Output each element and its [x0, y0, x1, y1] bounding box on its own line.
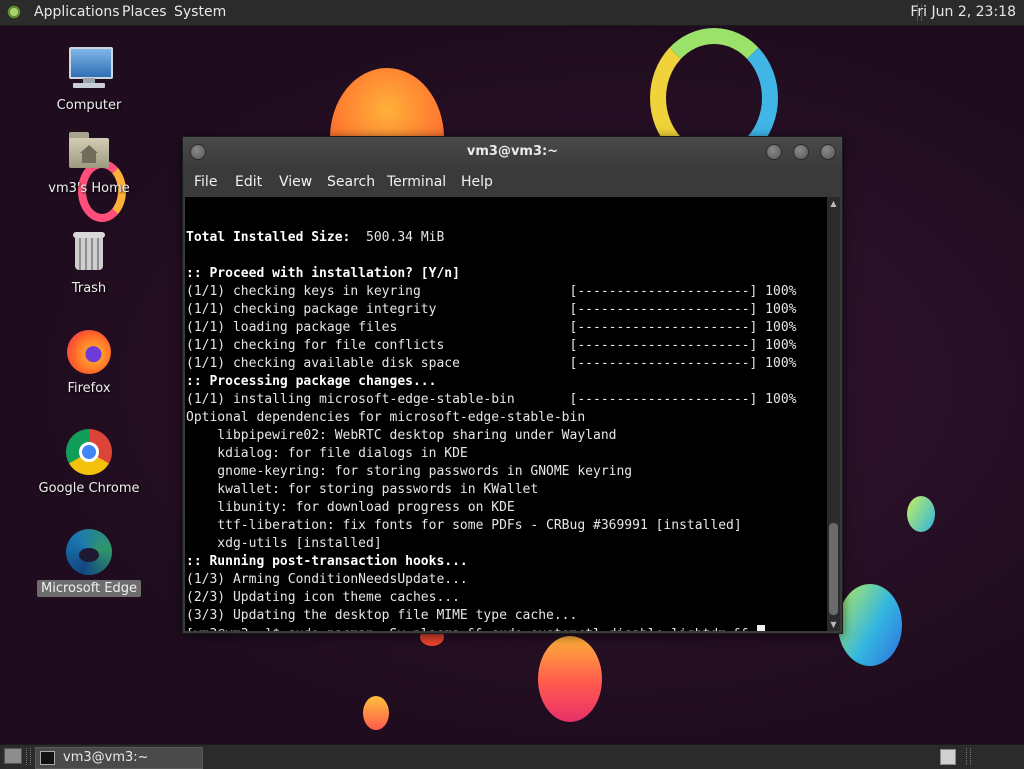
wallpaper-tiny-blob [363, 696, 389, 730]
desktop-icon-label: Firefox [67, 381, 111, 396]
desktop-icon-computer[interactable]: Computer [29, 45, 149, 114]
terminal-line: (2/3) Updating icon theme caches... [186, 590, 460, 605]
terminal-line: :: Processing package changes... [186, 374, 437, 389]
desktop-icon-label: Computer [56, 98, 122, 113]
terminal-line: :: Proceed with installation? [Y/n] [186, 266, 460, 281]
desktop-icon-label: Google Chrome [38, 481, 140, 496]
terminal-line: libunity: for download progress on KDE [186, 500, 515, 515]
taskbar-item-label: vm3@vm3:~ [63, 750, 149, 765]
distro-logo-icon[interactable] [6, 4, 22, 20]
terminal-text[interactable]: Total Installed Size: 500.34 MiB :: Proc… [185, 197, 827, 631]
computer-icon [65, 45, 113, 93]
terminal-line: (1/3) Arming ConditionNeedsUpdate... [186, 572, 468, 587]
desktop-icon-label: Microsoft Edge [36, 580, 141, 597]
terminal-line: (1/1) checking available disk space [---… [186, 356, 797, 371]
terminal-line: Total Installed Size: 500.34 MiB [186, 230, 445, 245]
clock[interactable]: Fri Jun 2, 23:18 [910, 0, 1020, 25]
terminal-scrollbar[interactable]: ▲ ▼ [827, 197, 840, 631]
terminal-menubar: File Edit View Search Terminal Help [183, 167, 842, 197]
terminal-output[interactable]: Total Installed Size: 500.34 MiB :: Proc… [185, 197, 827, 631]
panel-handle-icon [26, 748, 31, 765]
menu-help[interactable]: Help [461, 174, 493, 190]
terminal-line: libpipewire02: WebRTC desktop sharing un… [186, 428, 617, 443]
terminal-line: :: Running post-transaction hooks... [186, 554, 468, 569]
wallpaper-pink-blob [538, 636, 602, 722]
chrome-icon [65, 428, 113, 476]
terminal-line: (1/1) loading package files [-----------… [186, 320, 797, 335]
window-menu-icon[interactable] [190, 144, 206, 160]
wallpaper-blue-blob [838, 584, 902, 666]
minimize-button[interactable] [766, 144, 782, 160]
window-titlebar[interactable]: vm3@vm3:~ [183, 137, 842, 167]
panel-handle-icon [966, 748, 971, 765]
terminal-line: (1/1) checking for file conflicts [-----… [186, 338, 797, 353]
workspace-switcher[interactable] [940, 749, 956, 765]
home-folder-icon [65, 128, 113, 176]
terminal-line: (3/3) Updating the desktop file MIME typ… [186, 608, 578, 623]
terminal-line: kdialog: for file dialogs in KDE [186, 446, 468, 461]
maximize-button[interactable] [793, 144, 809, 160]
terminal-line: [vm3@vm3 ~]$ sudo pacman -Sy plasma && s… [186, 627, 757, 631]
menu-terminal[interactable]: Terminal [387, 174, 446, 190]
terminal-line: gnome-keyring: for storing passwords in … [186, 464, 633, 479]
desktop-icon-edge[interactable]: Microsoft Edge [29, 528, 149, 597]
menu-file[interactable]: File [194, 174, 217, 190]
desktop-icon-chrome[interactable]: Google Chrome [29, 428, 149, 497]
close-button[interactable] [820, 144, 836, 160]
terminal-line: (1/1) installing microsoft-edge-stable-b… [186, 392, 797, 407]
desktop-icon-label: vm3's Home [48, 181, 130, 196]
terminal-window[interactable]: vm3@vm3:~ File Edit View Search Terminal… [182, 136, 843, 634]
firefox-icon [65, 328, 113, 376]
menu-view[interactable]: View [279, 174, 312, 190]
edge-icon [65, 528, 113, 576]
bottom-panel: vm3@vm3:~ [0, 744, 1024, 769]
terminal-line: kwallet: for storing passwords in KWalle… [186, 482, 539, 497]
taskbar-item-terminal[interactable]: vm3@vm3:~ [35, 747, 203, 769]
wallpaper-small-green-blob [907, 496, 935, 532]
window-title: vm3@vm3:~ [466, 144, 559, 159]
system-menu[interactable]: System [174, 0, 226, 25]
terminal-line: (1/1) checking keys in keyring [--------… [186, 284, 797, 299]
desktop-icon-label: Trash [71, 281, 107, 296]
menu-search[interactable]: Search [327, 174, 375, 190]
terminal-cursor [757, 625, 766, 631]
menu-edit[interactable]: Edit [235, 174, 262, 190]
scroll-down-arrow-icon[interactable]: ▼ [827, 618, 840, 631]
terminal-line: ttf-liberation: fix fonts for some PDFs … [186, 518, 742, 533]
applications-menu[interactable]: Applications [34, 0, 120, 25]
places-menu[interactable]: Places [122, 0, 167, 25]
terminal-line: xdg-utils [installed] [186, 536, 382, 551]
trash-icon [65, 228, 113, 276]
show-desktop-icon[interactable] [4, 748, 22, 764]
scroll-up-arrow-icon[interactable]: ▲ [827, 197, 840, 210]
desktop-icon-home[interactable]: vm3's Home [29, 128, 149, 197]
desktop-icon-firefox[interactable]: Firefox [29, 328, 149, 397]
terminal-icon [40, 751, 55, 765]
desktop-icon-trash[interactable]: Trash [29, 228, 149, 297]
top-panel: Applications Places System Fri Jun 2, 23… [0, 0, 1024, 26]
terminal-line: (1/1) checking package integrity [------… [186, 302, 797, 317]
scrollbar-thumb[interactable] [829, 523, 838, 615]
terminal-line: Optional dependencies for microsoft-edge… [186, 410, 586, 425]
